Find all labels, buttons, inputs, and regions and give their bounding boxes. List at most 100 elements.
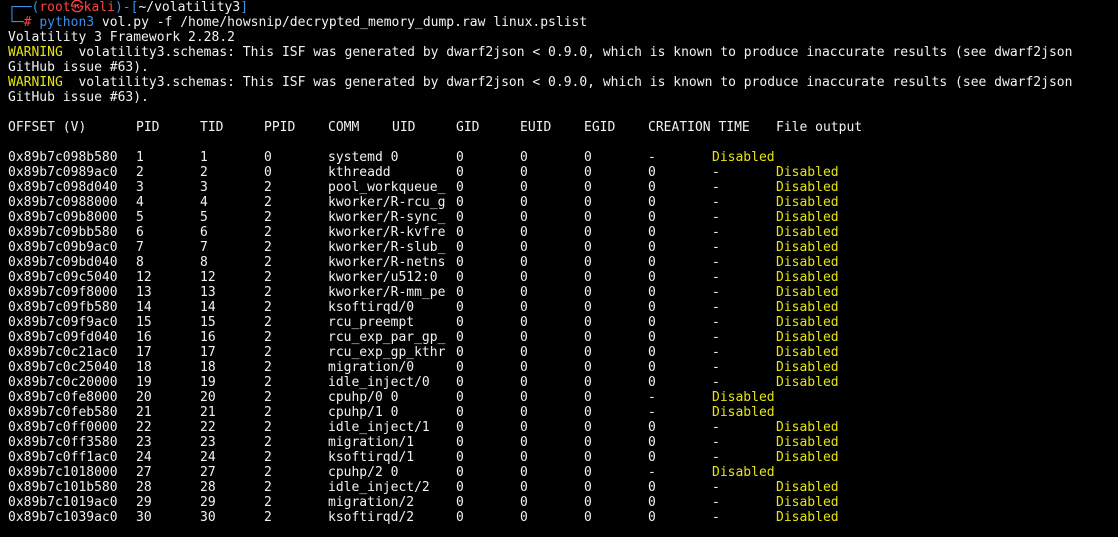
table-row: 0x89b7c09fd040 16 16 2 rcu_exp_par_gp_ 0 0 0 0 - D… xyxy=(8,330,1118,345)
cell-creation-time: - xyxy=(712,450,720,465)
table-row: 0x89b7c09bd040 8 8 2 kworker/R-netns 0 0 0 0 - Dis… xyxy=(8,255,1118,270)
cell-gid: 0 xyxy=(456,210,464,225)
cell-gid: 0 xyxy=(456,390,464,405)
cell-gid: 0 xyxy=(456,465,464,480)
cell-tid: 20 xyxy=(200,390,216,405)
cell-tid: 5 xyxy=(200,210,208,225)
cell-euid: 0 xyxy=(520,225,528,240)
cell-offset: 0x89b7c0ff0000 xyxy=(8,420,118,435)
cell-ppid: 2 xyxy=(264,225,272,240)
cell-tid: 15 xyxy=(200,315,216,330)
cell-creation-time: - xyxy=(712,420,720,435)
header-tid: TID xyxy=(200,120,224,135)
cell-comm: ksoftirqd/2 xyxy=(328,510,415,525)
cell-file-output: Disabled xyxy=(776,315,839,330)
cell-offset: 0x89b7c09bd040 xyxy=(8,255,118,270)
cell-creation-time: - xyxy=(648,465,656,480)
cell-pid: 23 xyxy=(136,435,152,450)
cell-offset: 0x89b7c0c20000 xyxy=(8,375,118,390)
cell-extra: 0 xyxy=(648,360,656,375)
warning-line-1: WARNING volatility3.schemas: This ISF wa… xyxy=(8,45,1118,60)
cell-egid: 0 xyxy=(584,300,592,315)
cell-pid: 3 xyxy=(136,180,144,195)
cell-ppid: 2 xyxy=(264,375,272,390)
cell-creation-time: - xyxy=(648,150,656,165)
cell-file-output: Disabled xyxy=(776,240,839,255)
warning-label: WARNING xyxy=(8,75,63,90)
cell-egid: 0 xyxy=(584,345,592,360)
cell-pid: 28 xyxy=(136,480,152,495)
table-row: 0x89b7c101b580 28 28 2 idle_inject/2 0 0 0 0 - Dis… xyxy=(8,480,1118,495)
cell-offset: 0x89b7c0989ac0 xyxy=(8,165,118,180)
cell-offset: 0x89b7c1039ac0 xyxy=(8,510,118,525)
cell-egid: 0 xyxy=(584,180,592,195)
header-pid: PID xyxy=(136,120,160,135)
cell-ppid: 2 xyxy=(264,465,272,480)
cell-euid: 0 xyxy=(520,255,528,270)
table-row: 0x89b7c0c25040 18 18 2 migration/0 0 0 0 0 - Disab… xyxy=(8,360,1118,375)
cell-tid: 19 xyxy=(200,375,216,390)
cell-euid: 0 xyxy=(520,240,528,255)
cell-offset: 0x89b7c0feb580 xyxy=(8,405,118,420)
cell-pid: 27 xyxy=(136,465,152,480)
table-row: 0x89b7c09b8000 5 5 2 kworker/R-sync_ 0 0 0 0 - Dis… xyxy=(8,210,1118,225)
cell-ppid: 2 xyxy=(264,435,272,450)
cell-file-output: Disabled xyxy=(776,495,839,510)
cell-file-output: Disabled xyxy=(776,285,839,300)
cell-pid: 15 xyxy=(136,315,152,330)
cell-extra: 0 xyxy=(648,285,656,300)
cell-ppid: 2 xyxy=(264,405,272,420)
cell-egid: 0 xyxy=(584,405,592,420)
cell-gid: 0 xyxy=(456,330,464,345)
cell-tid: 1 xyxy=(200,150,208,165)
cell-ppid: 2 xyxy=(264,315,272,330)
cell-gid: 0 xyxy=(456,495,464,510)
cell-offset: 0x89b7c0fe8000 xyxy=(8,390,118,405)
prompt-user: root xyxy=(39,0,71,15)
table-row: 0x89b7c09f9ac0 15 15 2 rcu_preempt 0 0 0 0 - Disab… xyxy=(8,315,1118,330)
cell-egid: 0 xyxy=(584,285,592,300)
cell-offset: 0x89b7c09f9ac0 xyxy=(8,315,118,330)
cell-file-output: Disabled xyxy=(712,150,775,165)
cell-creation-time: - xyxy=(712,225,720,240)
cell-extra: 0 xyxy=(648,165,656,180)
cell-pid: 6 xyxy=(136,225,144,240)
header-uid: UID xyxy=(392,120,416,135)
prompt-corner-top: ┌──( xyxy=(8,0,40,15)
cell-creation-time: - xyxy=(712,360,720,375)
cell-gid: 0 xyxy=(456,240,464,255)
cell-ppid: 0 xyxy=(264,165,272,180)
cell-creation-time: - xyxy=(712,240,720,255)
cell-pid: 21 xyxy=(136,405,152,420)
cell-file-output: Disabled xyxy=(776,360,839,375)
cell-creation-time: - xyxy=(712,345,720,360)
cell-comm: kworker/R-slub_ xyxy=(328,240,446,255)
cell-extra: 0 xyxy=(648,180,656,195)
cell-creation-time: - xyxy=(648,390,656,405)
header-creation-time: CREATION TIME xyxy=(648,120,750,135)
prompt-line-command: └─# python3 vol.py -f /home/howsnip/decr… xyxy=(8,15,1118,30)
cell-file-output: Disabled xyxy=(712,390,775,405)
cell-comm: systemd 0 xyxy=(328,150,399,165)
cell-pid: 20 xyxy=(136,390,152,405)
cell-comm: migration/1 xyxy=(328,435,415,450)
cell-egid: 0 xyxy=(584,510,592,525)
cell-creation-time: - xyxy=(712,330,720,345)
cell-creation-time: - xyxy=(712,315,720,330)
cell-pid: 2 xyxy=(136,165,144,180)
cell-pid: 13 xyxy=(136,285,152,300)
warning-cont-1: GitHub issue #63). xyxy=(8,60,149,75)
cell-euid: 0 xyxy=(520,300,528,315)
header-egid: EGID xyxy=(584,120,616,135)
cell-euid: 0 xyxy=(520,315,528,330)
cell-gid: 0 xyxy=(456,195,464,210)
table-row: 0x89b7c098b580 1 1 0 systemd 0 0 0 0 - Disabled xyxy=(8,150,1118,165)
cell-offset: 0x89b7c1019ac0 xyxy=(8,495,118,510)
prompt-hash: # xyxy=(23,15,32,30)
cell-tid: 17 xyxy=(200,345,216,360)
terminal-window[interactable]: ┌──(root㉿kali)-[~/volatility3] └─# pytho… xyxy=(0,0,1118,537)
cell-file-output: Disabled xyxy=(776,210,839,225)
cell-pid: 30 xyxy=(136,510,152,525)
cell-comm: idle_inject/1 xyxy=(328,420,430,435)
